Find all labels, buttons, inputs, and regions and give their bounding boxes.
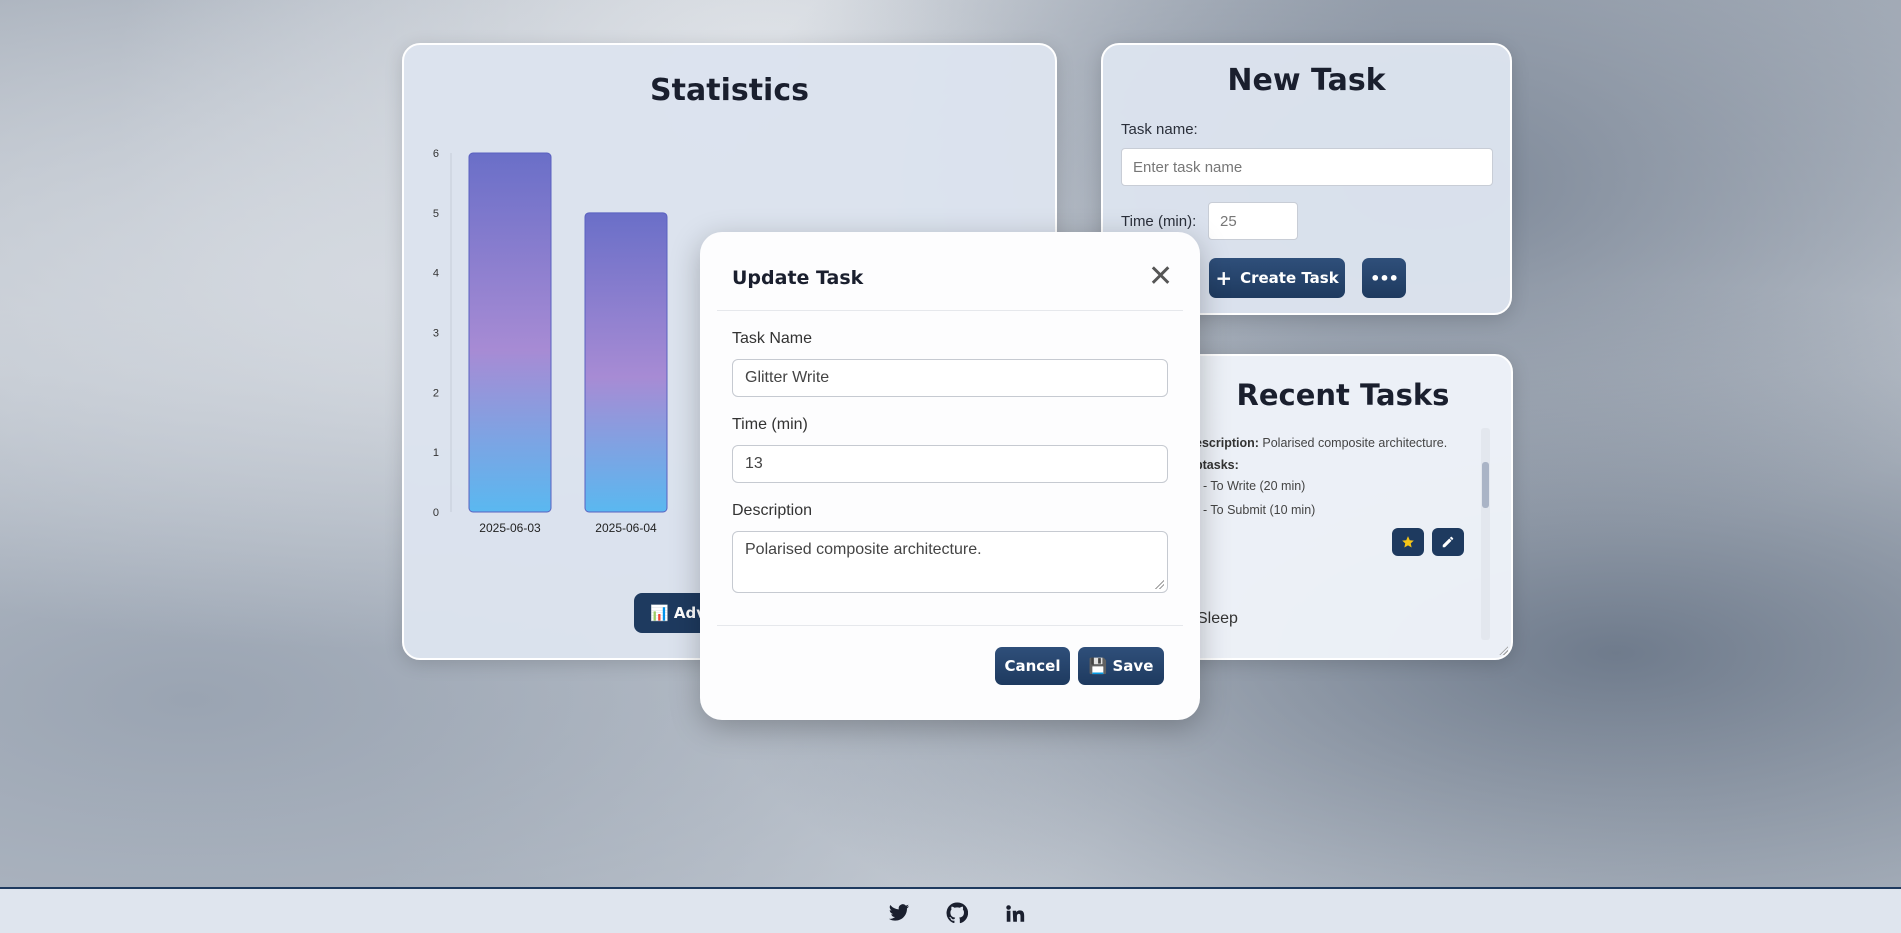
create-task-label: Create Task (1240, 269, 1339, 287)
edit-button[interactable] (1432, 528, 1464, 556)
recent-tasks-card: Recent Tasks escription: Polarised compo… (1173, 354, 1513, 660)
x-tick-label: 2025-06-03 (479, 521, 541, 535)
task-name-input[interactable]: Enter task name (1121, 148, 1493, 186)
modal-title: Update Task (732, 267, 864, 289)
pencil-icon (1442, 536, 1454, 548)
description-textarea[interactable]: Polarised composite architecture. (732, 531, 1168, 593)
task-description: escription: Polarised composite architec… (1195, 436, 1447, 450)
description-label: Description (732, 502, 813, 519)
y-tick-label: 4 (433, 268, 439, 280)
task-name: Sleep (1197, 610, 1238, 627)
divider (717, 625, 1183, 626)
y-tick-label: 3 (433, 328, 439, 340)
scrollbar-thumb[interactable] (1482, 462, 1489, 508)
y-tick-label: 1 (433, 447, 439, 459)
bar (468, 152, 552, 513)
star-icon (1402, 536, 1414, 548)
subtasks-label: btasks: (1195, 458, 1239, 472)
y-tick-label: 0 (433, 507, 439, 519)
close-icon[interactable]: ✕ (1148, 262, 1173, 292)
time-label: Time (min): (1121, 213, 1197, 230)
description-text: Polarised composite architecture. (1262, 436, 1448, 450)
update-task-modal: Update Task ✕ Task Name Glitter Write Ti… (700, 232, 1200, 720)
cancel-button[interactable]: Cancel (995, 647, 1070, 685)
divider (717, 310, 1183, 311)
save-button[interactable]: 💾 Save (1078, 647, 1164, 685)
y-tick-label: 6 (433, 148, 439, 160)
x-tick-label: 2025-06-04 (595, 521, 657, 535)
linkedin-icon[interactable] (1004, 902, 1026, 924)
more-options-button[interactable]: ••• (1362, 258, 1406, 298)
time-label: Time (min) (732, 416, 808, 433)
bar (584, 212, 668, 513)
task-name-label: Task Name (732, 330, 813, 347)
description-label: escription: (1195, 436, 1259, 450)
github-icon[interactable] (946, 902, 968, 924)
twitter-icon[interactable] (888, 902, 910, 924)
favorite-button[interactable] (1392, 528, 1424, 556)
recent-tasks-title: Recent Tasks (1236, 378, 1450, 412)
subtask-item: - To Submit (10 min) (1203, 503, 1316, 517)
y-tick-label: 5 (433, 208, 439, 220)
task-name-field[interactable]: Glitter Write (732, 359, 1168, 397)
resize-handle[interactable] (1499, 646, 1508, 655)
task-name-label: Task name: (1121, 121, 1198, 138)
new-task-title: New Task (1227, 63, 1386, 98)
ellipsis-icon: ••• (1370, 268, 1399, 288)
time-input[interactable]: 25 (1208, 202, 1298, 240)
resize-handle[interactable] (1155, 580, 1164, 589)
scrollbar-track[interactable] (1481, 428, 1490, 640)
create-task-button[interactable]: + Create Task (1209, 258, 1345, 298)
footer (0, 887, 1901, 933)
time-field[interactable]: 13 (732, 445, 1168, 483)
y-tick-label: 2 (433, 387, 439, 399)
description-value: Polarised composite architecture. (745, 541, 982, 558)
subtask-item: - To Write (20 min) (1203, 479, 1306, 493)
plus-icon: + (1215, 266, 1233, 290)
